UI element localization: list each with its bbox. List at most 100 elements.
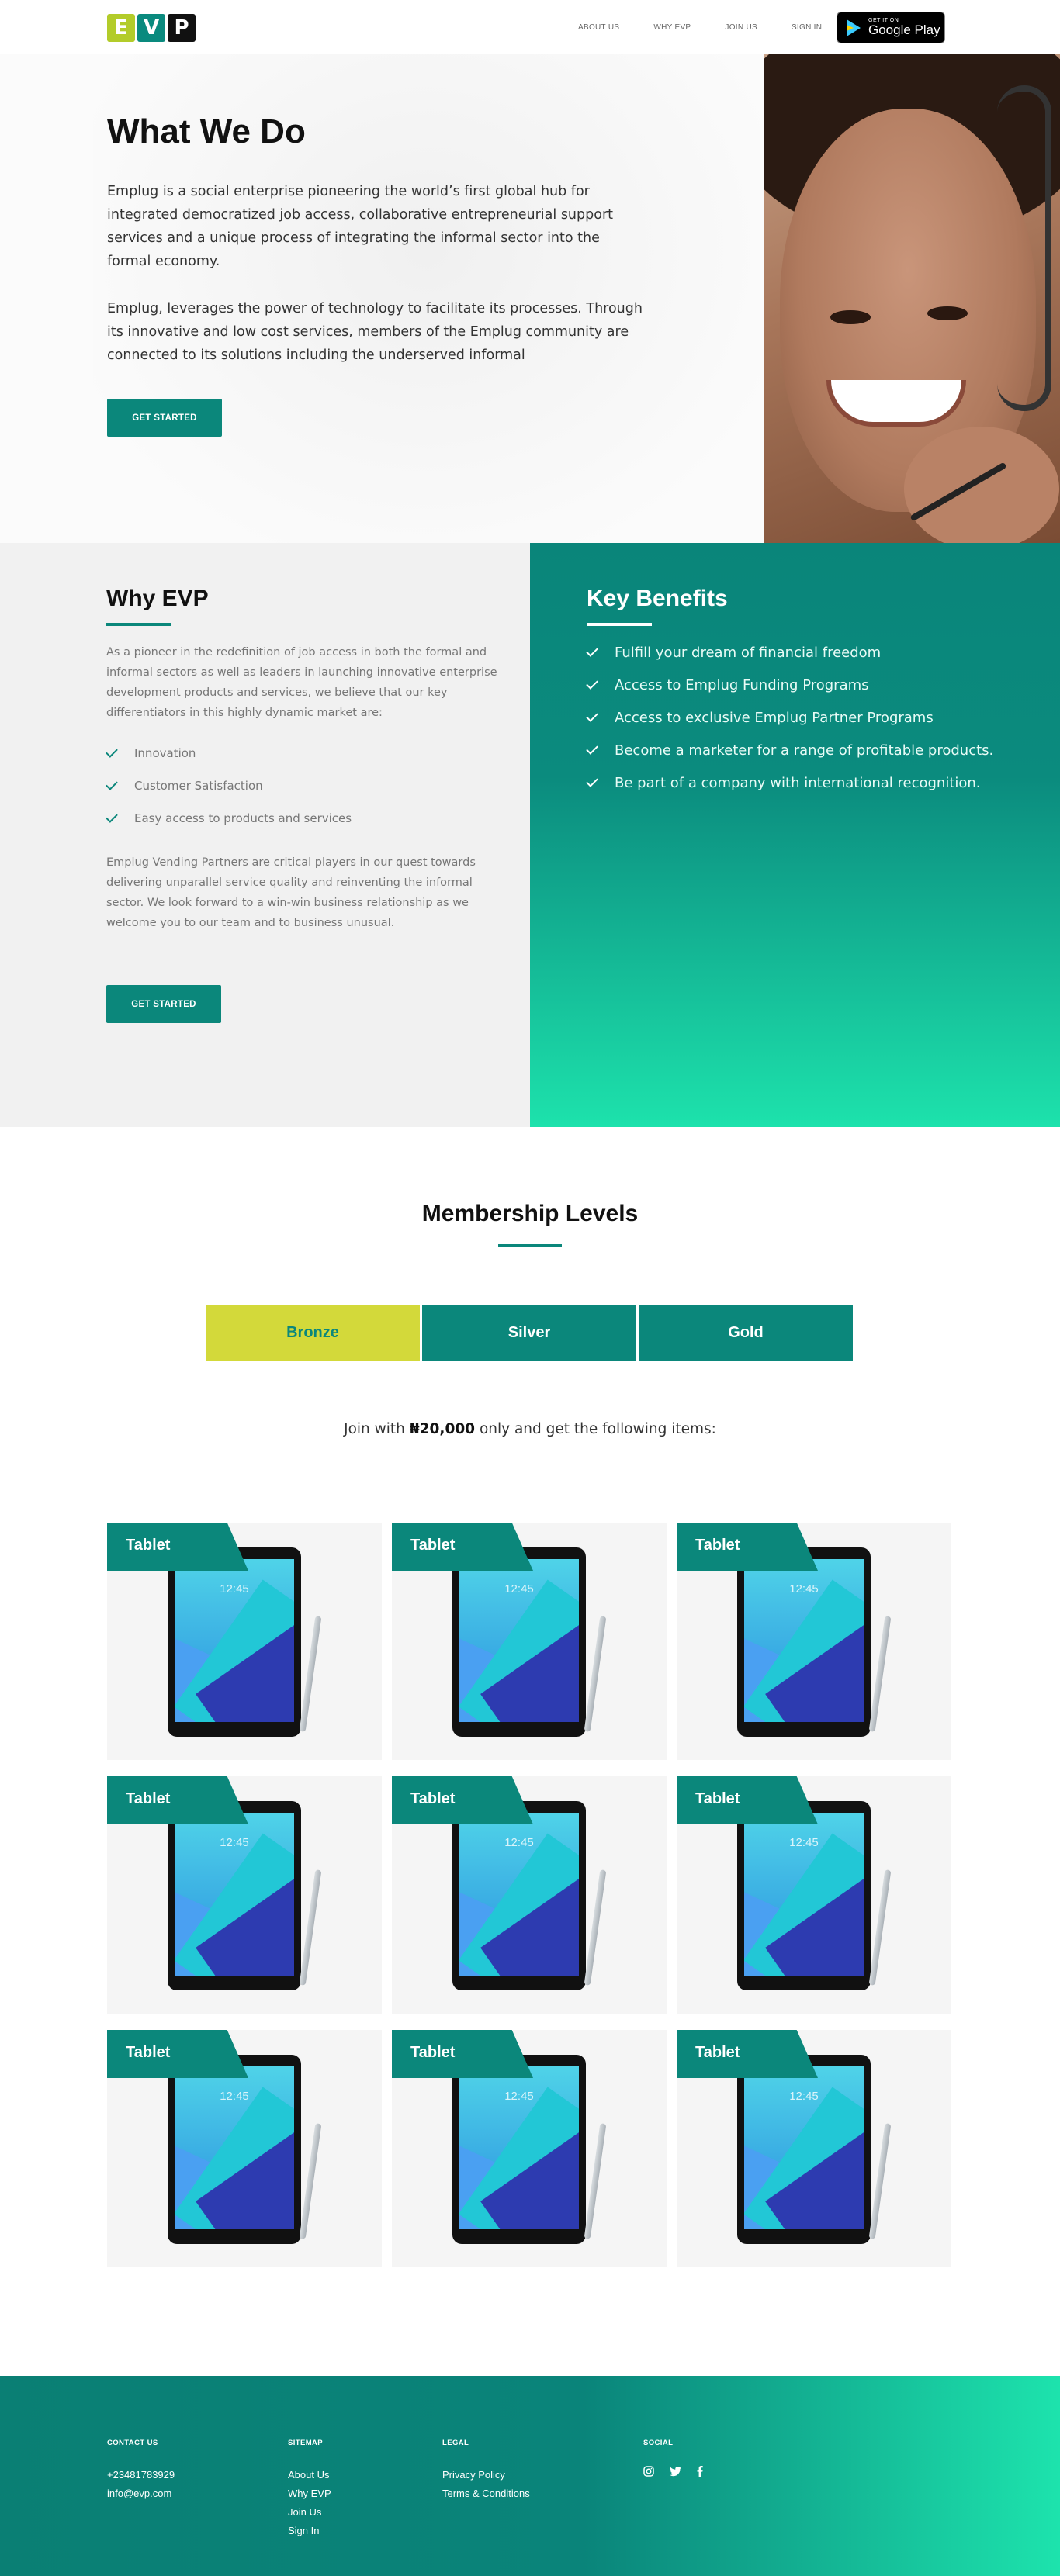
footer-link-about-us[interactable]: About Us: [288, 2466, 331, 2484]
footer-link-why-evp[interactable]: Why EVP: [288, 2484, 331, 2503]
contact-email[interactable]: info@evp.com: [107, 2484, 175, 2503]
hero-paragraph-1: Emplug is a social enterprise pioneering…: [107, 184, 614, 269]
footer-social: SOCIAL: [643, 2439, 703, 2477]
list-item: Fulfill your dream of financial freedom: [586, 636, 993, 669]
footer-link-terms[interactable]: Terms & Conditions: [442, 2484, 530, 2503]
membership-tabs: Bronze Silver Gold: [206, 1305, 853, 1361]
item-card[interactable]: Tablet 12:45: [677, 1776, 951, 2014]
footer-link-privacy[interactable]: Privacy Policy: [442, 2466, 530, 2484]
footer-heading: CONTACT US: [107, 2439, 158, 2447]
stylus-image: [299, 2123, 322, 2239]
tablet-image: 12:45: [452, 2055, 586, 2244]
tablet-image: 12:45: [452, 1801, 586, 1990]
title-underline: [498, 1244, 562, 1247]
logo-letter-p: P: [168, 14, 196, 42]
stylus-image: [299, 1616, 322, 1732]
footer-legal: LEGAL Privacy Policy Terms & Conditions: [442, 2439, 530, 2503]
key-benefits-title: Key Benefits: [587, 586, 728, 611]
list-item: Easy access to products and services: [106, 802, 352, 835]
item-label: Tablet: [107, 1776, 248, 1824]
tablet-image: 12:45: [168, 1547, 301, 1737]
item-card[interactable]: Tablet 12:45: [392, 1776, 667, 2014]
item-label: Tablet: [677, 1523, 818, 1571]
footer-contact: CONTACT US +23481783929 info@evp.com: [107, 2439, 175, 2503]
title-underline: [587, 623, 652, 626]
list-item: Become a marketer for a range of profita…: [586, 734, 993, 766]
item-label: Tablet: [677, 1776, 818, 1824]
hero-photo: [764, 54, 1060, 543]
check-icon: [586, 645, 598, 657]
twitter-icon[interactable]: [670, 2466, 681, 2477]
footer-heading: LEGAL: [442, 2439, 469, 2447]
footer-heading: SITEMAP: [288, 2439, 324, 2447]
headset-icon: [997, 85, 1051, 411]
item-card[interactable]: Tablet 12:45: [107, 1776, 382, 2014]
google-play-icon: [847, 19, 861, 36]
item-card[interactable]: Tablet 12:45: [107, 2030, 382, 2267]
list-item: Innovation: [106, 737, 352, 769]
item-label: Tablet: [392, 2030, 533, 2078]
benefits-list: Fulfill your dream of financial freedom …: [586, 636, 993, 799]
nav-about-us[interactable]: ABOUT US: [578, 23, 619, 32]
stylus-image: [584, 1616, 607, 1732]
key-benefits-section: Key Benefits Fulfill your dream of finan…: [530, 543, 1060, 1127]
footer-heading: SOCIAL: [643, 2439, 674, 2447]
item-label: Tablet: [107, 2030, 248, 2078]
why-evp-paragraph-1: As a pioneer in the redefinition of job …: [106, 646, 497, 719]
join-amount: ₦20,000: [409, 1421, 476, 1437]
list-item: Be part of a company with international …: [586, 766, 993, 799]
footer-link-sign-in[interactable]: Sign In: [288, 2522, 331, 2540]
check-icon: [586, 742, 598, 755]
stylus-image: [584, 2123, 607, 2239]
google-play-badge[interactable]: GET IT ON Google Play: [837, 12, 945, 43]
main-nav: ABOUT US WHY EVP JOIN US SIGN IN: [578, 23, 856, 32]
item-card[interactable]: Tablet 12:45: [677, 2030, 951, 2267]
tab-silver[interactable]: Silver: [422, 1305, 636, 1361]
stylus-image: [299, 1869, 322, 1986]
nav-sign-in[interactable]: SIGN IN: [792, 23, 822, 32]
stylus-image: [868, 2123, 892, 2239]
tablet-image: 12:45: [168, 2055, 301, 2244]
instagram-icon[interactable]: [643, 2466, 654, 2477]
item-label: Tablet: [677, 2030, 818, 2078]
membership-items-grid: Tablet 12:45 Tablet 12:45 Tablet 12:45 Tabl…: [107, 1523, 951, 2267]
nav-join-us[interactable]: JOIN US: [725, 23, 757, 32]
item-label: Tablet: [392, 1523, 533, 1571]
check-icon: [586, 775, 598, 787]
tab-bronze[interactable]: Bronze: [206, 1305, 420, 1361]
logo-letter-e: E: [107, 14, 135, 42]
stylus-image: [868, 1616, 892, 1732]
badge-big-text: Google Play: [868, 22, 940, 37]
evp-logo[interactable]: E V P: [107, 14, 196, 42]
why-evp-paragraph-2: Emplug Vending Partners are critical pla…: [106, 856, 476, 929]
stylus-image: [584, 1869, 607, 1986]
join-price-text: Join with ₦20,000 only and get the follo…: [344, 1421, 716, 1437]
stylus-image: [868, 1869, 892, 1986]
site-header: E V P ABOUT US WHY EVP JOIN US SIGN IN G…: [0, 0, 1060, 54]
tab-gold[interactable]: Gold: [639, 1305, 853, 1361]
check-icon: [586, 710, 598, 722]
footer-sitemap: SITEMAP About Us Why EVP Join Us Sign In: [288, 2439, 331, 2540]
site-footer: CONTACT US +23481783929 info@evp.com SIT…: [0, 2376, 1060, 2576]
item-card[interactable]: Tablet 12:45: [107, 1523, 382, 1760]
why-evp-section: Why EVP As a pioneer in the redefinition…: [0, 543, 530, 1127]
facebook-icon[interactable]: [697, 2466, 703, 2477]
tablet-image: 12:45: [737, 2055, 871, 2244]
item-card[interactable]: Tablet 12:45: [392, 1523, 667, 1760]
membership-title: Membership Levels: [421, 1201, 639, 1226]
check-icon: [106, 778, 118, 790]
check-icon: [106, 745, 118, 758]
item-card[interactable]: Tablet 12:45: [392, 2030, 667, 2267]
why-get-started-button[interactable]: GET STARTED: [106, 985, 221, 1023]
check-icon: [106, 811, 118, 823]
contact-phone[interactable]: +23481783929: [107, 2466, 175, 2484]
item-label: Tablet: [392, 1776, 533, 1824]
item-card[interactable]: Tablet 12:45: [677, 1523, 951, 1760]
hero-get-started-button[interactable]: GET STARTED: [107, 399, 222, 437]
check-icon: [586, 677, 598, 690]
list-item: Customer Satisfaction: [106, 769, 352, 802]
hero-paragraph-2: Emplug, leverages the power of technolog…: [107, 301, 643, 363]
why-evp-title: Why EVP: [106, 586, 209, 611]
nav-why-evp[interactable]: WHY EVP: [653, 23, 691, 32]
footer-link-join-us[interactable]: Join Us: [288, 2503, 331, 2522]
